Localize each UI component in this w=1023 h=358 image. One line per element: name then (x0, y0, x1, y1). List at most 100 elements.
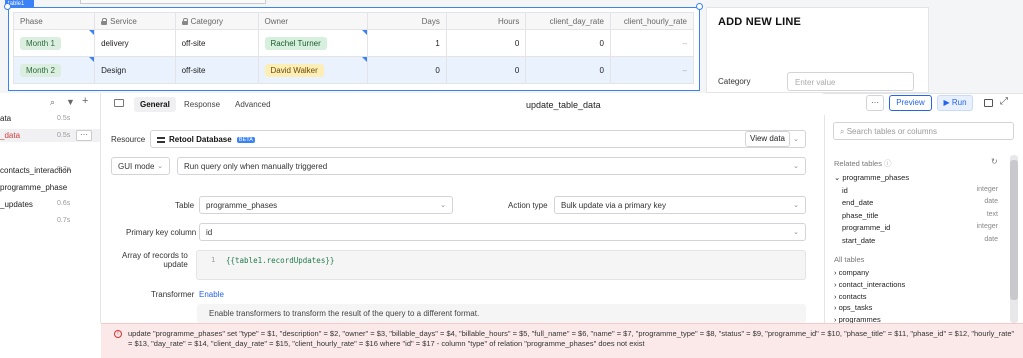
schema-column-name[interactable]: id (842, 186, 848, 195)
action-type-value: Bulk update via a primary key (561, 201, 666, 210)
resize-handle[interactable] (696, 3, 703, 10)
days-value: 0 (435, 65, 440, 75)
search-icon[interactable]: ⌕ (50, 97, 55, 108)
primary-key-value: id (206, 228, 213, 237)
run-button[interactable]: ▶ Run (937, 95, 973, 111)
error-icon: ! (114, 330, 122, 338)
schema-column-name[interactable]: end_date (842, 198, 873, 207)
table-cell[interactable]: off-site (174, 56, 259, 84)
table-name: contacts (838, 291, 867, 301)
table-name: contact_interactions (838, 279, 906, 289)
client_day_rate-value: 0 (599, 38, 604, 48)
client_hourly_rate-value: – (682, 38, 687, 48)
resource-select[interactable]: Retool Database BETA ⌄ (150, 130, 806, 148)
records-label: Array of records to update (122, 251, 188, 269)
more-options-button[interactable]: ··· (866, 95, 884, 111)
schema-search-input[interactable]: ⌕ Search tables or columns (833, 122, 1014, 140)
category-value: off-site (181, 38, 206, 48)
table-cell[interactable]: 0 (525, 29, 611, 57)
mode-select[interactable]: GUI mode ⌄ (111, 157, 170, 175)
mode-value: GUI mode (118, 162, 155, 171)
scrollbar-thumb[interactable] (1010, 160, 1018, 300)
edited-indicator (361, 57, 367, 62)
run-time: 0.7s (57, 217, 71, 224)
tab-advanced[interactable]: Advanced (229, 97, 277, 112)
database-icon (157, 137, 165, 143)
trigger-select[interactable]: Run query only when manually triggered ⌄ (177, 157, 806, 175)
table-cell[interactable]: Rachel Turner (257, 29, 368, 57)
table-cell[interactable]: 0 (366, 56, 447, 84)
all-tables-item[interactable]: › contact_interactions (834, 280, 905, 289)
all-tables-item[interactable]: › contacts (834, 292, 867, 301)
query-list-item[interactable]: programme_phase (0, 183, 67, 192)
sidebar-toggle-icon[interactable] (114, 99, 124, 107)
related-table-item[interactable]: ⌄ programme_phases (834, 173, 909, 182)
column-header[interactable]: Service (94, 12, 176, 30)
table-cell[interactable]: – (609, 56, 695, 84)
column-header-label: Owner (264, 16, 289, 26)
transformer-label: Transformer (151, 290, 195, 299)
trigger-value: Run query only when manually triggered (184, 162, 328, 171)
resize-handle[interactable] (4, 3, 11, 10)
panel-layout-icon[interactable] (984, 99, 993, 107)
all-tables-item[interactable]: › company (834, 268, 869, 277)
expand-icon[interactable]: ⤢ (1000, 96, 1008, 107)
transformer-enable-link[interactable]: Enable (199, 290, 224, 299)
client_hourly_rate-value: – (682, 65, 687, 75)
category-input[interactable]: Enter value (787, 72, 914, 91)
client_day_rate-value: 0 (599, 65, 604, 75)
table-row[interactable]: Month 2 Design off-site David Walker 0 0 0 – (12, 56, 695, 84)
all-tables-title: All tables (834, 255, 865, 264)
column-header[interactable]: Phase (12, 12, 96, 30)
refresh-icon[interactable]: ↻ (991, 157, 998, 166)
action-type-select[interactable]: Bulk update via a primary key ⌄ (554, 196, 806, 214)
tab-response[interactable]: Response (178, 97, 226, 112)
table-label: Table (175, 201, 195, 210)
more-options-icon[interactable]: ··· (76, 130, 92, 141)
search-icon: ⌕ (840, 127, 847, 136)
chevron-down-icon: ⌄ (793, 229, 799, 236)
table-cell[interactable]: Month 2 (12, 56, 96, 84)
table-cell[interactable]: Design (94, 56, 176, 84)
records-code-editor[interactable] (196, 250, 806, 280)
chevron-down-icon: ⌄ (440, 202, 446, 209)
query-list-item[interactable]: ata (0, 114, 11, 123)
tab-general[interactable]: General (134, 97, 176, 112)
table-cell[interactable]: delivery (94, 29, 176, 57)
phase-value: Month 1 (20, 36, 61, 50)
table-cell[interactable]: 0 (525, 56, 611, 84)
column-header[interactable]: client_hourly_rate (609, 12, 695, 30)
column-header[interactable]: Hours (445, 12, 527, 30)
view-data-button[interactable]: View data (745, 131, 790, 147)
preview-button[interactable]: Preview (889, 95, 932, 111)
schema-column-name[interactable]: start_date (842, 236, 875, 245)
related-table-name: programme_phases (842, 173, 910, 182)
schema-column-name[interactable]: programme_id (842, 223, 890, 232)
table-cell[interactable]: David Walker (257, 56, 368, 84)
query-list-item[interactable]: contacts_interaction (0, 166, 71, 175)
table-value: programme_phases (206, 201, 278, 210)
column-header[interactable]: client_day_rate (525, 12, 611, 30)
all-tables-item[interactable]: › ops_tasks (834, 303, 872, 312)
service-value: Design (101, 65, 127, 75)
query-list-item[interactable]: _updates (0, 200, 33, 209)
table-cell[interactable]: 0 (445, 56, 527, 84)
query-title[interactable]: update_table_data (526, 100, 601, 110)
table-row[interactable]: Month 1 delivery off-site Rachel Turner 1 0 0 – (12, 29, 695, 57)
primary-key-select[interactable]: id ⌄ (199, 223, 806, 241)
column-header[interactable]: Owner (257, 12, 368, 30)
beta-badge: BETA (236, 137, 255, 143)
table-cell[interactable]: off-site (174, 29, 259, 57)
table-cell[interactable]: Month 1 (12, 29, 96, 57)
column-header[interactable]: Days (366, 12, 447, 30)
schema-column-type: date (984, 198, 998, 206)
schema-column-name[interactable]: phase_title (842, 211, 878, 220)
table-cell[interactable]: 0 (445, 29, 527, 57)
add-icon[interactable]: + (82, 95, 88, 107)
column-header[interactable]: Category (174, 12, 259, 30)
table-cell[interactable]: 1 (366, 29, 447, 57)
column-header-label: client_day_rate (549, 16, 604, 26)
table-select[interactable]: programme_phases ⌄ (199, 196, 453, 214)
table-cell[interactable]: – (609, 29, 695, 57)
filter-icon[interactable]: ▼ (66, 97, 75, 107)
